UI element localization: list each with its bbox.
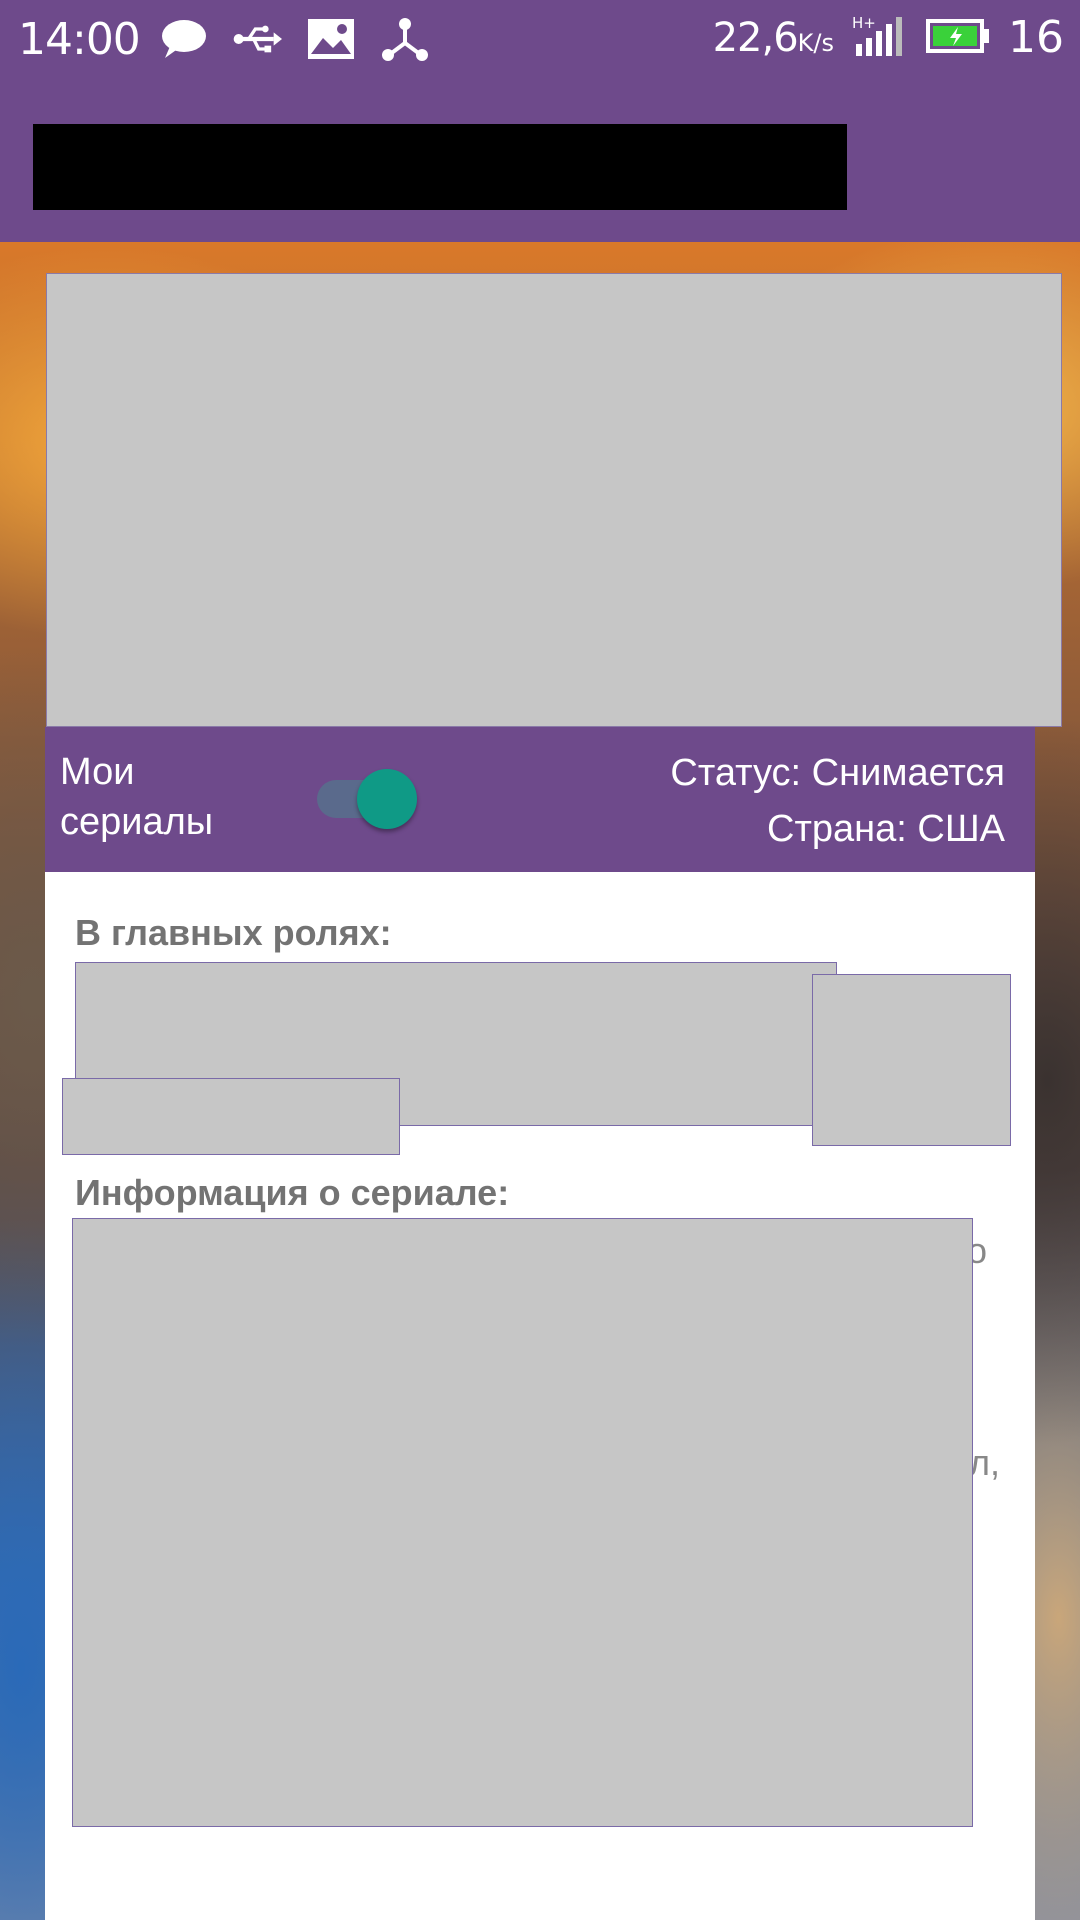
cast-more-placeholder	[62, 1078, 400, 1155]
country-line: Страна: США	[767, 808, 1005, 850]
signal-icon: H+	[852, 14, 908, 62]
series-description-placeholder	[72, 1218, 973, 1827]
status-line: Статус: Снимается	[670, 752, 1005, 794]
series-info-bar: Мои сериалы Статус: Снимается Страна: СШ…	[45, 727, 1035, 872]
share-node-icon	[380, 16, 430, 62]
battery-percent: 16	[1008, 12, 1064, 63]
network-speed: 22,6K/s	[712, 14, 834, 61]
notification-icons	[158, 16, 430, 62]
my-series-label: Мои сериалы	[60, 751, 214, 843]
app-bar	[0, 78, 1080, 242]
text-edge-fragment: л,	[969, 1442, 1001, 1483]
toggle-thumb	[357, 769, 417, 829]
battery-icon	[926, 18, 990, 58]
usb-icon	[232, 16, 282, 62]
cast-heading: В главных ролях:	[75, 912, 392, 953]
title-redacted	[33, 124, 847, 210]
chat-bubble-icon	[158, 16, 208, 62]
image-icon	[306, 16, 356, 62]
series-status-block: Статус: Снимается Страна: США	[670, 745, 1005, 857]
my-series-toggle[interactable]	[313, 769, 423, 829]
info-heading: Информация о сериале:	[75, 1172, 510, 1213]
clock: 14:00	[18, 14, 141, 65]
svg-text:H+: H+	[852, 14, 876, 32]
status-right: 22,6K/s H+ 16	[713, 12, 1064, 63]
cast-photo-placeholder	[812, 974, 1011, 1146]
status-bar: 14:00 22,6K/s H+ 16	[0, 0, 1080, 78]
content-card: В главных ролях: Информация о сериале: о…	[45, 872, 1035, 1920]
series-banner-image	[46, 273, 1062, 727]
